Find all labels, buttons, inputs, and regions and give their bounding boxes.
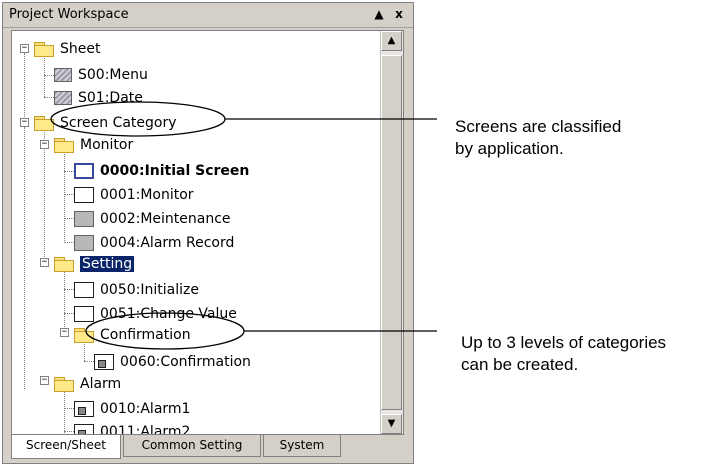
callout-text: by application.	[455, 139, 564, 158]
callout-text: Screens are classified	[455, 117, 622, 136]
callout-text: can be created.	[461, 355, 579, 374]
callout-overlay	[50, 101, 437, 350]
callout-classified: Screens are classified by application.	[455, 116, 621, 160]
callout-levels: Up to 3 levels of categories can be crea…	[461, 332, 666, 376]
callout-text: Up to 3 levels of categories	[461, 333, 667, 352]
highlight-ellipse-confirmation	[85, 312, 245, 350]
highlight-ellipse-category	[50, 101, 226, 137]
